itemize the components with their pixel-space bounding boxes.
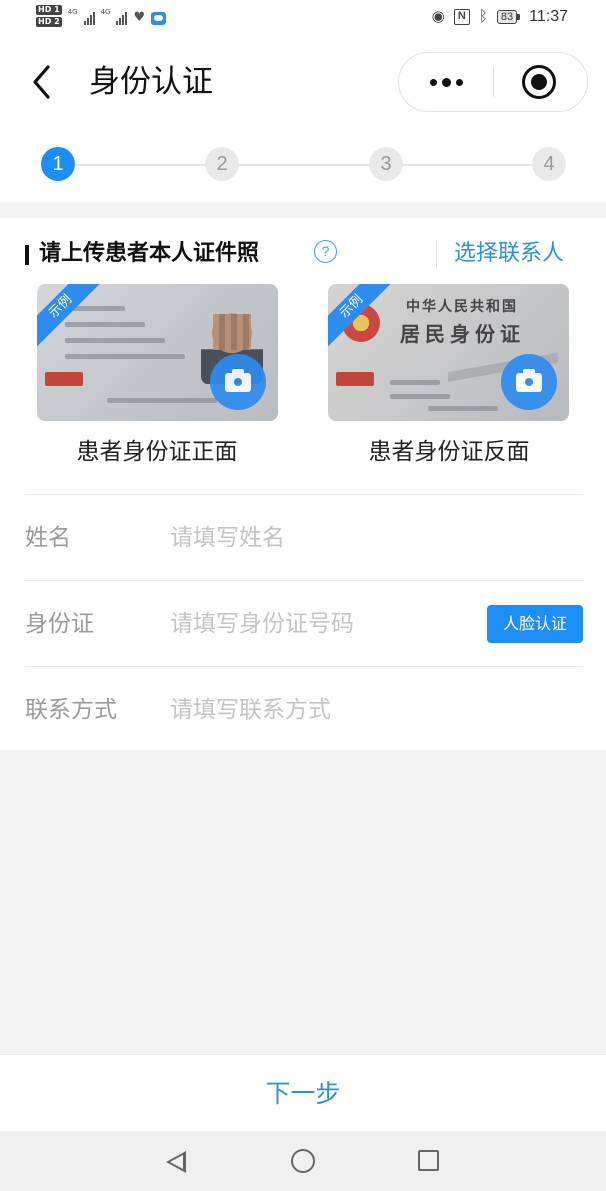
- card-text-line: [107, 398, 217, 403]
- status-left-icons: HD 1 HD 2 4G 4G ♥: [36, 5, 167, 27]
- camera-lens: [232, 376, 244, 388]
- choose-contact-link[interactable]: 选择联系人: [454, 236, 564, 272]
- status-time: 11:37: [529, 8, 568, 25]
- back-card-subtitle: 居民身份证: [400, 322, 525, 346]
- section-title: 请上传患者本人证件照: [39, 241, 260, 266]
- id-front-caption: 患者身份证正面: [76, 439, 238, 465]
- header-divider: [436, 240, 437, 268]
- battery-tip: [517, 14, 521, 20]
- chevron-left-icon: [33, 65, 50, 99]
- eye-icon: ◉: [431, 8, 445, 25]
- header: 身份认证: [0, 36, 606, 128]
- id-back-caption: 患者身份证反面: [368, 439, 530, 465]
- step-connector: [403, 164, 532, 166]
- card-text-line: [65, 354, 185, 359]
- battery-level: 83: [496, 10, 518, 24]
- step-indicator: 1 2 3 4: [0, 128, 606, 202]
- card-text-line: [428, 406, 498, 411]
- more-dot-icon: [456, 78, 463, 86]
- status-bar: HD 1 HD 2 4G 4G ♥ ◉ N ᛒ 83 11:37: [0, 0, 606, 36]
- camera-button-back[interactable]: [501, 354, 557, 410]
- blurred-face: [213, 314, 251, 350]
- more-dot-icon: [430, 78, 437, 86]
- step-connector: [75, 164, 205, 166]
- contact-input[interactable]: [170, 690, 470, 730]
- face-verify-button[interactable]: 人脸认证: [487, 605, 583, 643]
- section-accent-bar: [25, 245, 29, 265]
- cloud-icon: [151, 12, 167, 25]
- next-step-button[interactable]: 下一步: [0, 1055, 606, 1132]
- camera-button-front[interactable]: [210, 354, 266, 410]
- more-dot-icon: [442, 77, 451, 87]
- battery-icon: 83: [496, 10, 521, 24]
- mini-program-capsule: [398, 52, 588, 112]
- system-nav-bar: [0, 1131, 606, 1191]
- card-text-line: [65, 338, 165, 343]
- step-4: 4: [532, 147, 566, 181]
- card-text-line: [65, 322, 145, 327]
- signal-icon-2: [116, 9, 128, 25]
- camera-lens: [523, 376, 535, 388]
- divider: [25, 580, 583, 581]
- id-number-input[interactable]: [170, 604, 470, 644]
- help-icon[interactable]: ?: [314, 240, 337, 263]
- nav-home-icon[interactable]: [291, 1149, 315, 1173]
- target-dot: [531, 74, 547, 90]
- page-title: 身份认证: [89, 64, 213, 100]
- sample-stamp: [45, 372, 83, 386]
- nfc-icon: N: [453, 9, 470, 25]
- network-type-2: 4G: [100, 8, 111, 16]
- back-card-title: 中华人民共和国: [406, 299, 518, 315]
- step-3: 3: [369, 147, 403, 181]
- bluetooth-icon: ᛒ: [478, 8, 488, 25]
- hd2-badge: HD 2: [36, 17, 62, 27]
- divider: [25, 666, 583, 667]
- step-connector: [239, 164, 369, 166]
- signal-icon: [83, 9, 95, 25]
- divider: [25, 494, 583, 495]
- card-text-line: [390, 394, 450, 399]
- id-upload-form: 请上传患者本人证件照 ? 选择联系人 示例 中华人民共和国 居民身份证 示例 患…: [0, 218, 606, 750]
- name-input[interactable]: [170, 518, 470, 558]
- network-type-1: 4G: [67, 8, 78, 16]
- nav-recents-icon[interactable]: [418, 1150, 439, 1171]
- more-button[interactable]: [399, 53, 494, 111]
- id-front-upload[interactable]: 示例: [37, 284, 278, 421]
- name-label: 姓名: [25, 525, 71, 551]
- status-right-icons: ◉ N ᛒ 83 11:37: [432, 8, 568, 26]
- id-back-upload[interactable]: 中华人民共和国 居民身份证 示例: [328, 284, 569, 421]
- nav-back-icon[interactable]: [166, 1151, 186, 1173]
- heart-icon: ♥: [133, 10, 146, 25]
- step-2: 2: [205, 147, 239, 181]
- hd1-badge: HD 1: [36, 5, 62, 15]
- step-1: 1: [41, 147, 75, 181]
- hd-indicators: HD 1 HD 2: [36, 5, 62, 27]
- close-mini-program-button[interactable]: [494, 53, 589, 111]
- id-number-label: 身份证: [25, 611, 94, 637]
- back-button[interactable]: [26, 60, 60, 104]
- contact-label: 联系方式: [25, 697, 117, 723]
- card-text-line: [390, 380, 440, 385]
- sample-stamp: [336, 372, 374, 386]
- bottom-action-bar: 下一步: [0, 1054, 606, 1131]
